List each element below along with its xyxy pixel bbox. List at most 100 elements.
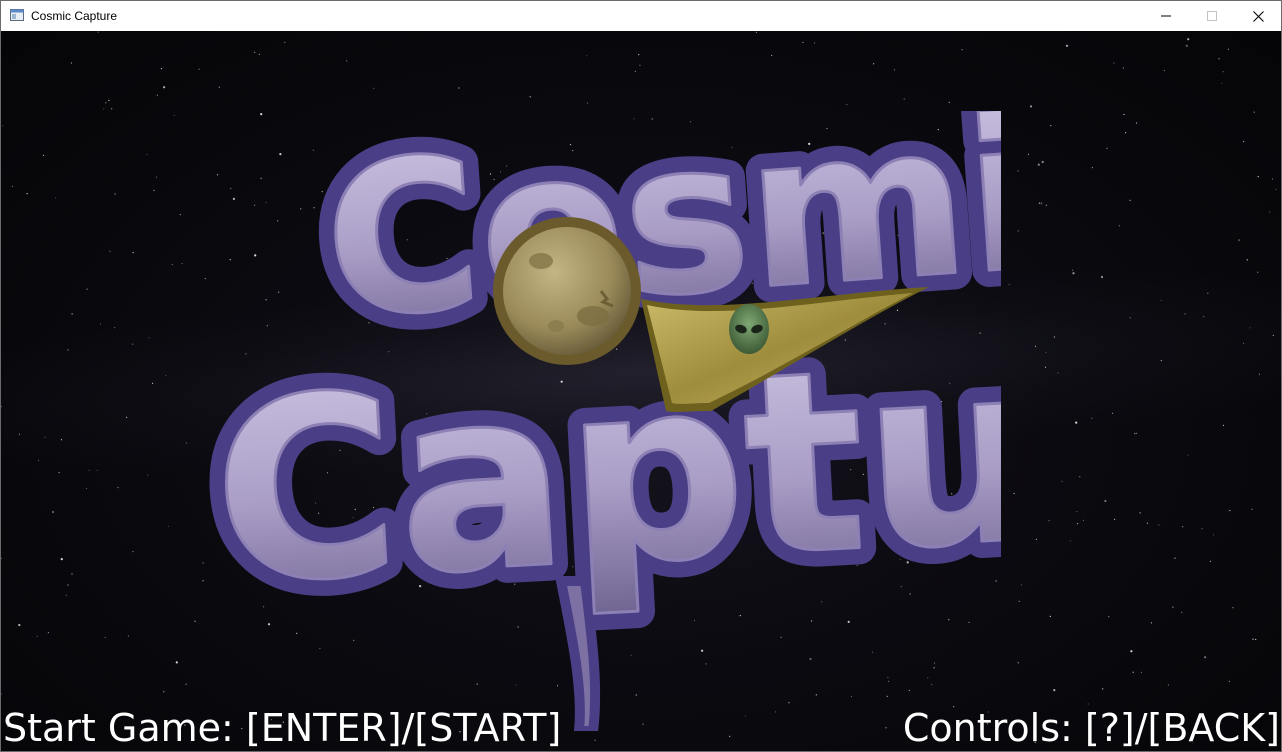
star bbox=[1018, 600, 1020, 602]
star bbox=[60, 439, 63, 441]
star bbox=[1072, 269, 1074, 271]
star bbox=[1130, 650, 1133, 653]
star bbox=[1041, 160, 1044, 164]
star bbox=[1275, 188, 1277, 190]
star bbox=[97, 31, 99, 33]
star bbox=[114, 193, 116, 195]
star bbox=[1222, 71, 1224, 73]
star bbox=[1222, 424, 1225, 426]
star bbox=[1146, 522, 1148, 524]
maximize-button[interactable] bbox=[1189, 1, 1235, 31]
star bbox=[586, 102, 589, 104]
star bbox=[1038, 202, 1040, 204]
star bbox=[1139, 512, 1141, 514]
star bbox=[148, 337, 150, 339]
star bbox=[1, 406, 2, 408]
star bbox=[1072, 272, 1075, 275]
star bbox=[1, 557, 2, 559]
planet-icon bbox=[493, 217, 641, 365]
star bbox=[104, 636, 106, 639]
star bbox=[1204, 656, 1207, 659]
star bbox=[771, 54, 773, 57]
star bbox=[60, 558, 63, 561]
star bbox=[1218, 58, 1220, 60]
star bbox=[54, 197, 57, 199]
star bbox=[1257, 176, 1259, 178]
star bbox=[1160, 299, 1162, 301]
star bbox=[114, 327, 116, 329]
star bbox=[1040, 202, 1043, 205]
star bbox=[1187, 38, 1190, 41]
star bbox=[2, 125, 4, 127]
star bbox=[67, 349, 69, 351]
star bbox=[529, 96, 531, 98]
star bbox=[155, 176, 158, 178]
star bbox=[1203, 316, 1205, 318]
star bbox=[1213, 534, 1215, 536]
star bbox=[165, 374, 167, 377]
star bbox=[1044, 366, 1047, 368]
star bbox=[1100, 275, 1104, 279]
star bbox=[594, 739, 596, 741]
star bbox=[1134, 432, 1136, 435]
star bbox=[42, 154, 45, 156]
star bbox=[1150, 622, 1153, 624]
star bbox=[1091, 417, 1093, 419]
minimize-button[interactable] bbox=[1143, 1, 1189, 31]
star bbox=[1257, 271, 1259, 273]
star bbox=[1049, 615, 1051, 618]
star bbox=[1057, 372, 1059, 374]
star bbox=[1113, 62, 1115, 64]
game-viewport[interactable]: Cosmic Capture Cosmic Capture Start Game… bbox=[1, 31, 1281, 751]
star bbox=[1091, 167, 1093, 169]
star bbox=[1034, 345, 1037, 347]
star bbox=[175, 661, 178, 664]
star bbox=[1118, 225, 1120, 227]
star bbox=[1129, 317, 1131, 319]
star bbox=[1229, 510, 1231, 512]
star bbox=[873, 63, 875, 65]
star bbox=[1, 693, 2, 695]
star bbox=[181, 263, 183, 265]
star bbox=[38, 459, 40, 461]
star bbox=[1045, 204, 1047, 206]
star bbox=[153, 189, 155, 192]
star bbox=[1187, 454, 1189, 456]
app-window-icon bbox=[10, 9, 24, 21]
star bbox=[26, 193, 28, 195]
star bbox=[1243, 140, 1245, 143]
star bbox=[198, 68, 200, 70]
star bbox=[813, 42, 816, 44]
star bbox=[1020, 584, 1023, 586]
star bbox=[126, 416, 128, 418]
star bbox=[67, 584, 69, 586]
star bbox=[1272, 334, 1274, 336]
title-bar[interactable]: Cosmic Capture bbox=[1, 1, 1281, 31]
star bbox=[1201, 528, 1203, 530]
star bbox=[755, 31, 758, 33]
star bbox=[948, 101, 950, 103]
close-button[interactable] bbox=[1235, 1, 1281, 31]
star bbox=[1027, 153, 1030, 155]
star bbox=[1140, 671, 1142, 673]
star bbox=[18, 433, 21, 435]
star bbox=[1246, 259, 1248, 261]
star bbox=[1129, 199, 1131, 201]
star bbox=[167, 525, 169, 527]
star bbox=[1035, 538, 1037, 540]
star bbox=[88, 469, 90, 471]
star bbox=[151, 382, 154, 384]
star bbox=[132, 343, 134, 345]
star bbox=[47, 632, 50, 634]
star bbox=[58, 472, 60, 474]
star bbox=[1102, 688, 1104, 690]
star bbox=[638, 54, 640, 56]
star bbox=[1209, 560, 1212, 563]
star bbox=[1160, 360, 1162, 362]
star bbox=[961, 49, 963, 51]
star bbox=[1053, 336, 1055, 338]
star bbox=[1069, 540, 1071, 542]
star bbox=[1181, 611, 1183, 613]
star bbox=[1017, 662, 1019, 664]
star bbox=[1017, 230, 1019, 232]
